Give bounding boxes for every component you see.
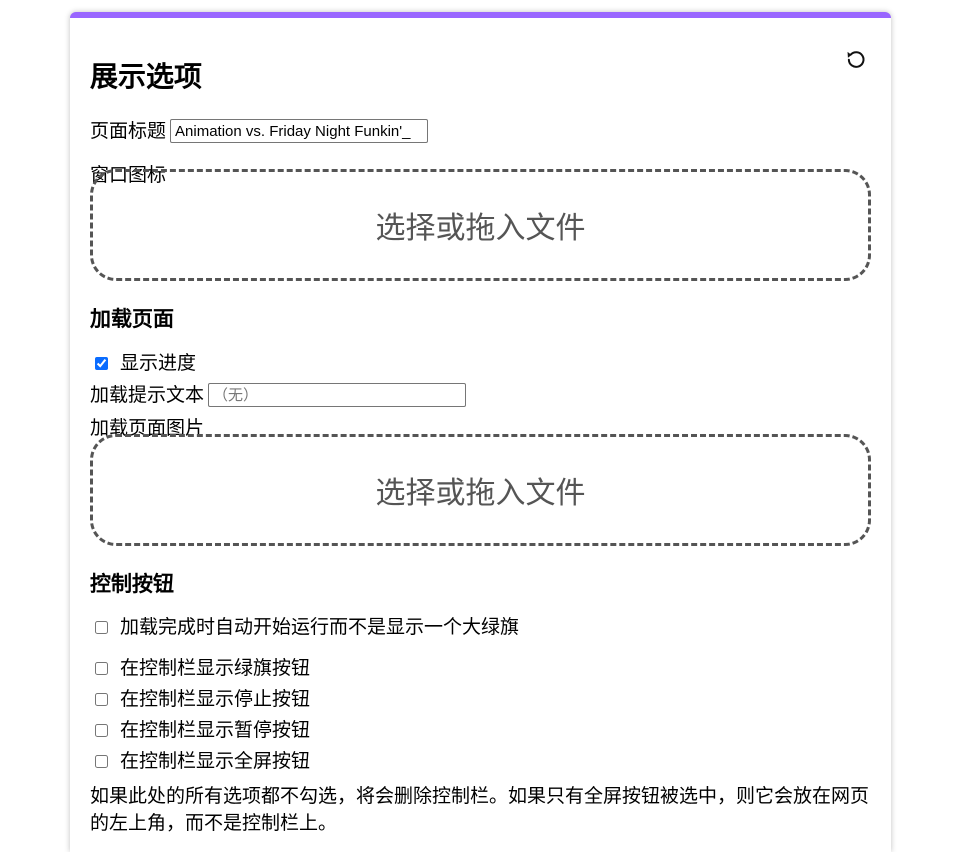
- loading-image-dropzone[interactable]: 选择或拖入文件: [90, 434, 871, 546]
- show-progress-label: 显示进度: [120, 352, 197, 374]
- stop-label: 在控制栏显示停止按钮: [120, 688, 311, 710]
- fullscreen-row: 在控制栏显示全屏按钮: [90, 749, 310, 773]
- page-title-label: 页面标题: [90, 120, 167, 142]
- pause-checkbox[interactable]: [95, 723, 108, 737]
- pause-row: 在控制栏显示暂停按钮: [90, 718, 310, 742]
- stop-row: 在控制栏显示停止按钮: [90, 687, 310, 711]
- green-flag-checkbox[interactable]: [95, 661, 108, 675]
- fullscreen-label: 在控制栏显示全屏按钮: [120, 750, 311, 772]
- show-progress-checkbox[interactable]: [95, 356, 108, 370]
- show-progress-row: 显示进度: [90, 351, 196, 375]
- loading-text-label: 加载提示文本: [90, 384, 205, 406]
- pause-label: 在控制栏显示暂停按钮: [120, 719, 311, 741]
- controls-heading: 控制按钮: [90, 572, 174, 596]
- loading-text-input[interactable]: [208, 383, 467, 407]
- fullscreen-checkbox[interactable]: [95, 754, 108, 768]
- autoplay-checkbox[interactable]: [95, 620, 108, 634]
- stop-checkbox[interactable]: [95, 692, 108, 706]
- green-flag-label: 在控制栏显示绿旗按钮: [120, 657, 311, 679]
- window-icon-dropzone[interactable]: 选择或拖入文件: [90, 169, 871, 281]
- autoplay-row: 加载完成时自动开始运行而不是显示一个大绿旗: [90, 615, 519, 639]
- page-title-row: 页面标题: [90, 119, 429, 143]
- autoplay-label: 加载完成时自动开始运行而不是显示一个大绿旗: [120, 616, 520, 638]
- loading-text-row: 加载提示文本: [90, 383, 467, 407]
- page-title-input[interactable]: [170, 119, 429, 143]
- page-title: 展示选项: [90, 60, 203, 93]
- controls-note: 如果此处的所有选项都不勾选，将会删除控制栏。如果只有全屏按钮被选中，则它会放在网…: [90, 785, 870, 834]
- loading-heading: 加载页面: [90, 307, 174, 331]
- display-options-card: 展示选项 页面标题 窗口图标 选择或拖入文件 加载页面 显示进度 加载提示文本 …: [70, 12, 891, 852]
- reset-icon[interactable]: [845, 48, 867, 70]
- green-flag-row: 在控制栏显示绿旗按钮: [90, 656, 310, 680]
- window-icon-dropzone-text: 选择或拖入文件: [375, 211, 586, 246]
- loading-image-dropzone-text: 选择或拖入文件: [375, 476, 586, 511]
